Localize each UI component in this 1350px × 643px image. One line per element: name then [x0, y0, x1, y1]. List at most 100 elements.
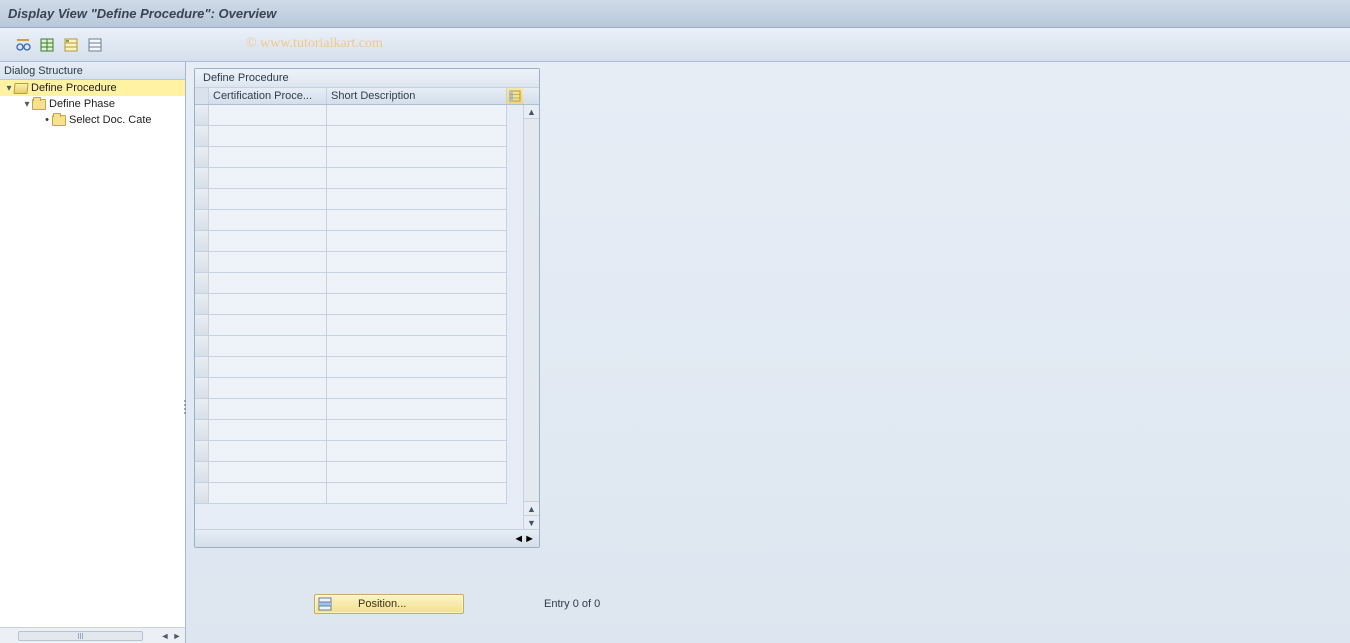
cell-short-description[interactable] — [327, 357, 507, 378]
row-header-cell[interactable] — [195, 252, 209, 273]
table-configure-button[interactable] — [507, 88, 523, 104]
scroll-down-arrow-icon[interactable]: ▼ — [524, 515, 539, 529]
expand-icon[interactable]: ▾ — [4, 83, 14, 94]
row-header-cell[interactable] — [195, 210, 209, 231]
table-row[interactable] — [195, 231, 539, 252]
row-header-cell[interactable] — [195, 273, 209, 294]
cell-certification-procedure[interactable] — [209, 294, 327, 315]
scroll-right-arrow-icon[interactable]: ► — [171, 630, 183, 642]
cell-certification-procedure[interactable] — [209, 441, 327, 462]
cell-certification-procedure[interactable] — [209, 336, 327, 357]
cell-short-description[interactable] — [327, 147, 507, 168]
scrollbar-track[interactable] — [524, 119, 539, 501]
cell-short-description[interactable] — [327, 462, 507, 483]
cell-certification-procedure[interactable] — [209, 357, 327, 378]
tree-node-define-procedure[interactable]: ▾ Define Procedure — [0, 80, 185, 96]
cell-certification-procedure[interactable] — [209, 399, 327, 420]
cell-certification-procedure[interactable] — [209, 105, 327, 126]
cell-short-description[interactable] — [327, 252, 507, 273]
table-row[interactable] — [195, 399, 539, 420]
column-header-short-description[interactable]: Short Description — [327, 88, 507, 104]
cell-certification-procedure[interactable] — [209, 420, 327, 441]
table-row[interactable] — [195, 147, 539, 168]
table-row[interactable] — [195, 252, 539, 273]
cell-short-description[interactable] — [327, 399, 507, 420]
cell-short-description[interactable] — [327, 231, 507, 252]
tree-node-select-doc-cate[interactable]: • Select Doc. Cate — [0, 112, 185, 128]
row-header-cell[interactable] — [195, 420, 209, 441]
cell-short-description[interactable] — [327, 483, 507, 504]
row-header-cell[interactable] — [195, 441, 209, 462]
table-row[interactable] — [195, 168, 539, 189]
table-row[interactable] — [195, 210, 539, 231]
scroll-left-arrow-icon[interactable]: ◄ — [513, 533, 524, 545]
row-header-cell[interactable] — [195, 357, 209, 378]
table-row[interactable] — [195, 189, 539, 210]
table-row[interactable] — [195, 462, 539, 483]
cell-short-description[interactable] — [327, 336, 507, 357]
row-header-cell[interactable] — [195, 168, 209, 189]
table-row[interactable] — [195, 378, 539, 399]
scroll-up-arrow-icon[interactable]: ▲ — [524, 105, 539, 119]
cell-certification-procedure[interactable] — [209, 231, 327, 252]
row-header-cell[interactable] — [195, 336, 209, 357]
row-header-cell[interactable] — [195, 189, 209, 210]
table-row[interactable] — [195, 336, 539, 357]
table-row[interactable] — [195, 441, 539, 462]
position-button[interactable]: Position... — [314, 594, 464, 614]
row-header-cell[interactable] — [195, 462, 209, 483]
collapse-all-button[interactable] — [84, 34, 106, 56]
row-header-cell[interactable] — [195, 231, 209, 252]
table-row[interactable] — [195, 483, 539, 504]
cell-short-description[interactable] — [327, 420, 507, 441]
cell-short-description[interactable] — [327, 378, 507, 399]
cell-certification-procedure[interactable] — [209, 378, 327, 399]
row-header-cell[interactable] — [195, 105, 209, 126]
scroll-down-arrow-icon[interactable]: ▲ — [524, 501, 539, 515]
row-header-cell[interactable] — [195, 126, 209, 147]
table-row[interactable] — [195, 315, 539, 336]
cell-certification-procedure[interactable] — [209, 126, 327, 147]
scrollbar-thumb[interactable] — [18, 631, 143, 641]
cell-certification-procedure[interactable] — [209, 483, 327, 504]
tree-horizontal-scrollbar[interactable]: ◄ ► — [0, 627, 185, 643]
table-row[interactable] — [195, 105, 539, 126]
row-header-cell[interactable] — [195, 378, 209, 399]
column-header-certification-procedure[interactable]: Certification Proce... — [209, 88, 327, 104]
cell-certification-procedure[interactable] — [209, 210, 327, 231]
row-header-corner[interactable] — [195, 88, 209, 104]
cell-certification-procedure[interactable] — [209, 315, 327, 336]
cell-short-description[interactable] — [327, 315, 507, 336]
cell-short-description[interactable] — [327, 273, 507, 294]
cell-certification-procedure[interactable] — [209, 147, 327, 168]
row-header-cell[interactable] — [195, 294, 209, 315]
scroll-right-arrow-icon[interactable]: ► — [524, 533, 535, 545]
detail-view-button[interactable] — [36, 34, 58, 56]
cell-certification-procedure[interactable] — [209, 252, 327, 273]
cell-short-description[interactable] — [327, 189, 507, 210]
table-row[interactable] — [195, 357, 539, 378]
cell-certification-procedure[interactable] — [209, 273, 327, 294]
cell-short-description[interactable] — [327, 168, 507, 189]
cell-short-description[interactable] — [327, 441, 507, 462]
row-header-cell[interactable] — [195, 483, 209, 504]
table-row[interactable] — [195, 420, 539, 441]
row-header-cell[interactable] — [195, 147, 209, 168]
scroll-left-arrow-icon[interactable]: ◄ — [159, 630, 171, 642]
toggle-edit-button[interactable] — [12, 34, 34, 56]
cell-short-description[interactable] — [327, 294, 507, 315]
expand-icon[interactable]: ▾ — [22, 99, 32, 110]
table-row[interactable] — [195, 294, 539, 315]
expand-all-button[interactable] — [60, 34, 82, 56]
cell-certification-procedure[interactable] — [209, 168, 327, 189]
cell-certification-procedure[interactable] — [209, 462, 327, 483]
cell-certification-procedure[interactable] — [209, 189, 327, 210]
cell-short-description[interactable] — [327, 210, 507, 231]
table-row[interactable] — [195, 126, 539, 147]
table-row[interactable] — [195, 273, 539, 294]
row-header-cell[interactable] — [195, 315, 209, 336]
tree-node-define-phase[interactable]: ▾ Define Phase — [0, 96, 185, 112]
table-vertical-scrollbar[interactable]: ▲ ▲ ▼ — [523, 105, 539, 529]
cell-short-description[interactable] — [327, 126, 507, 147]
row-header-cell[interactable] — [195, 399, 209, 420]
